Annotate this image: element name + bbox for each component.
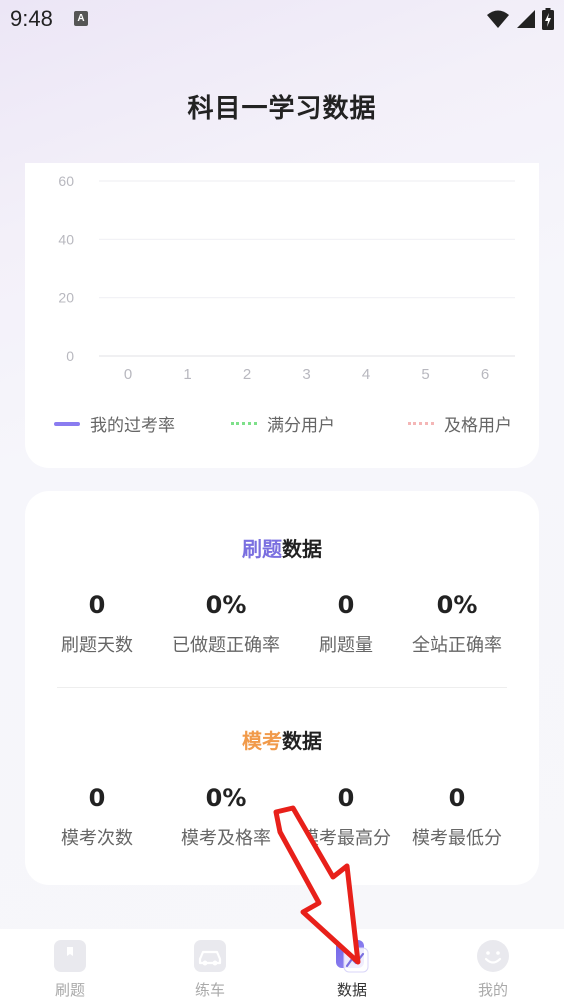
stat-mock-lowest: 0 模考最低分 [392, 782, 522, 850]
stat-label: 刷题天数 [61, 635, 133, 656]
battery-charging-icon [542, 8, 554, 30]
legend-item-full-score-users: 满分用户 [231, 411, 335, 436]
x-tick-label: 1 [183, 366, 191, 383]
legend-swatch [231, 422, 257, 425]
nav-item-data[interactable]: 数据 [307, 939, 397, 1000]
chart-card: 0 20 40 60 0 1 2 3 4 5 6 我的过考率 满分用户 及格用户 [25, 163, 539, 468]
mock-title-highlight: 模考 [242, 729, 282, 753]
legend-item-pass-rate: 我的过考率 [54, 411, 175, 436]
stat-label: 模考最低分 [412, 828, 502, 849]
legend-swatch [54, 421, 80, 426]
status-bar: 9:48 A [0, 0, 564, 38]
x-tick-label: 4 [362, 366, 370, 383]
x-tick-label: 0 [124, 366, 132, 383]
book-icon [54, 940, 86, 972]
x-tick-label: 5 [421, 366, 429, 383]
mock-exam-stats-row: 0 模考次数 0% 模考及格率 0 模考最高分 0 模考最低分 [25, 782, 539, 852]
nav-item-profile[interactable]: 我的 [448, 939, 538, 1000]
stats-card: 刷题数据 0 刷题天数 0% 已做题正确率 0 刷题量 0% 全站正确率 模考数… [25, 491, 539, 885]
wifi-icon [487, 10, 509, 28]
practice-section-title: 刷题数据 [25, 533, 539, 562]
stat-label: 全站正确率 [412, 635, 502, 656]
car-icon [194, 940, 226, 972]
status-icons [486, 8, 554, 30]
stat-site-accuracy: 0% 全站正确率 [392, 589, 522, 657]
stat-answered-accuracy: 0% 已做题正确率 [161, 589, 291, 657]
stat-label: 已做题正确率 [172, 635, 280, 656]
mock-exam-section-title: 模考数据 [25, 725, 539, 754]
chart: 0 20 40 60 0 1 2 3 4 5 6 [58, 173, 515, 383]
stat-practice-days: 0 刷题天数 [32, 589, 162, 657]
y-tick-label: 0 [66, 348, 74, 364]
smiley-icon [477, 940, 509, 972]
stat-label: 模考及格率 [181, 828, 271, 849]
nav-label: 练车 [194, 981, 225, 999]
stat-value: 0% [205, 591, 247, 619]
chart-icon [336, 940, 369, 973]
stat-value: 0% [205, 784, 247, 812]
stat-value: 0 [88, 591, 106, 619]
chart-legend: 我的过考率 满分用户 及格用户 [25, 411, 539, 436]
legend-label: 及格用户 [444, 416, 512, 436]
nav-item-practice[interactable]: 刷题 [25, 939, 115, 1000]
x-tick-label: 6 [481, 366, 489, 383]
y-tick-label: 20 [58, 290, 74, 306]
nav-item-driving[interactable]: 练车 [165, 939, 255, 1000]
y-tick-label: 60 [58, 173, 74, 189]
section-divider [57, 687, 507, 688]
stat-value: 0 [448, 784, 466, 812]
y-tick-label: 40 [58, 231, 74, 247]
bottom-nav: 刷题 练车 数据 我的 [0, 929, 564, 1004]
signal-icon [517, 10, 535, 28]
practice-title-rest: 数据 [282, 537, 322, 561]
x-tick-label: 3 [302, 366, 310, 383]
practice-title-highlight: 刷题 [242, 537, 282, 561]
stat-mock-count: 0 模考次数 [32, 782, 162, 850]
stat-value: 0% [436, 591, 478, 619]
page-title: 科目一学习数据 [187, 94, 377, 124]
nav-label: 我的 [477, 981, 508, 999]
mock-title-rest: 数据 [282, 729, 322, 753]
legend-item-passing-users: 及格用户 [408, 411, 512, 436]
status-indicator-icon: A [74, 11, 88, 26]
legend-label: 满分用户 [267, 416, 335, 436]
nav-label: 数据 [336, 981, 367, 999]
legend-swatch [408, 422, 434, 425]
practice-stats-row: 0 刷题天数 0% 已做题正确率 0 刷题量 0% 全站正确率 [25, 589, 539, 659]
nav-label: 刷题 [54, 981, 85, 999]
stat-value: 0 [88, 784, 106, 812]
stat-mock-pass-rate: 0% 模考及格率 [161, 782, 291, 850]
stat-label: 模考次数 [61, 828, 133, 849]
status-time: 9:48 [10, 6, 53, 31]
legend-label: 我的过考率 [90, 416, 175, 436]
x-tick-label: 2 [243, 366, 251, 383]
